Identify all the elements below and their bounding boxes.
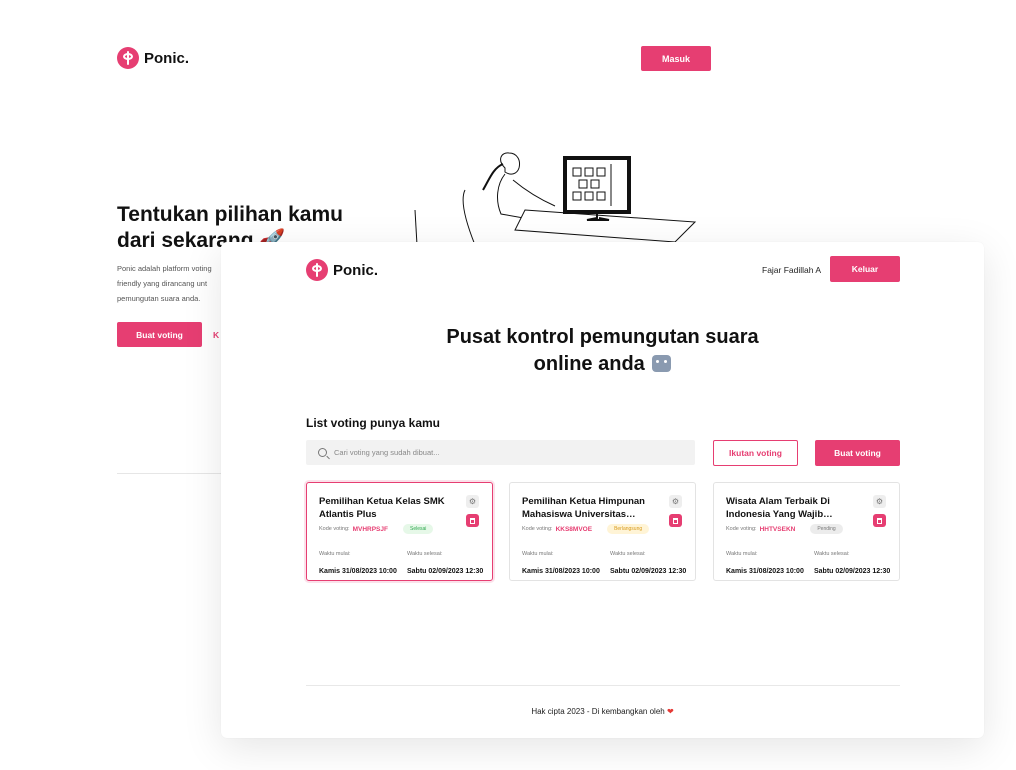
start-time: Waktu mulai: Kamis 31/08/2023 10:00 <box>319 551 397 578</box>
voting-code: HHTVSEKN <box>759 525 796 533</box>
end-time-value: Sabtu 02/09/2023 12:30 <box>407 568 484 575</box>
landing-brand-name: Ponic. <box>144 49 190 67</box>
ponic-logo-icon <box>306 259 328 281</box>
voting-card-title: Pemilihan Ketua Himpunan Mahasiswa Unive… <box>522 496 645 520</box>
voting-card-title: Wisata Alam Terbaik Di Indonesia Yang Wa… <box>726 496 830 520</box>
status-badge: Selesai <box>402 524 434 534</box>
join-voting-button[interactable]: Ikutan voting <box>713 440 798 466</box>
voting-code-row: Kode voting: MVHRPSJF Selesai <box>319 524 434 534</box>
start-time-value: Kamis 31/08/2023 10:00 <box>522 568 600 575</box>
delete-trash-icon[interactable] <box>873 514 886 527</box>
voting-code: MVHRPSJF <box>352 525 388 533</box>
voting-card[interactable]: Wisata Alam Terbaik Di Indonesia Yang Wa… <box>713 482 900 581</box>
app-logo[interactable]: Ponic. <box>306 259 378 281</box>
status-badge: Pending <box>810 524 843 534</box>
end-time-label: Waktu selesai: <box>407 551 443 557</box>
voting-code-row: Kode voting: KKS8MVOE Berlangsung <box>522 524 650 534</box>
voting-code-label: Kode voting: <box>522 526 553 532</box>
start-time-value: Kamis 31/08/2023 10:00 <box>319 568 397 575</box>
landing-create-voting-button[interactable]: Buat voting <box>117 322 202 347</box>
search-input[interactable] <box>334 448 674 457</box>
search-icon <box>318 448 327 457</box>
page-title-line2-wrap: online anda <box>221 351 984 378</box>
voting-code-row: Kode voting: HHTVSEKN Pending <box>726 524 843 534</box>
end-time-label: Waktu selesai: <box>814 551 850 557</box>
start-time: Waktu mulai: Kamis 31/08/2023 10:00 <box>726 551 804 578</box>
settings-gear-icon[interactable]: ⚙ <box>873 495 886 508</box>
delete-trash-icon[interactable] <box>466 514 479 527</box>
login-button[interactable]: Masuk <box>641 46 711 71</box>
page-title-line2: online anda <box>533 353 645 375</box>
search-bar[interactable] <box>306 440 695 465</box>
voting-card[interactable]: Pemilihan Ketua Himpunan Mahasiswa Unive… <box>509 482 696 581</box>
footer: Hak cipta 2023 - Di kembangkan oleh ❤ <box>221 707 984 716</box>
user-name: Fajar Fadillah A <box>762 265 822 275</box>
start-time-label: Waktu mulai: <box>726 551 758 557</box>
end-time-value: Sabtu 02/09/2023 12:30 <box>814 568 891 575</box>
hero-desc-line: friendly yang dirancang unt <box>117 279 208 288</box>
dashboard-window: Ponic. Fajar Fadillah A Keluar Pusat kon… <box>221 242 984 738</box>
landing-secondary-link[interactable]: K <box>213 330 219 340</box>
end-time-value: Sabtu 02/09/2023 12:30 <box>610 568 687 575</box>
hero-desc-line: Ponic adalah platform voting <box>117 264 212 273</box>
footer-divider <box>306 685 900 686</box>
voting-list-title: List voting punya kamu <box>306 416 441 430</box>
page-title: Pusat kontrol pemungutan suara online an… <box>221 324 984 378</box>
delete-trash-icon[interactable] <box>669 514 682 527</box>
end-time-label: Waktu selesai: <box>610 551 646 557</box>
start-time-label: Waktu mulai: <box>319 551 351 557</box>
status-badge: Berlangsung <box>607 524 650 534</box>
heart-icon: ❤ <box>666 707 674 716</box>
end-time: Waktu selesai: Sabtu 02/09/2023 12:30 <box>407 551 483 578</box>
app-brand-name: Ponic. <box>333 261 379 279</box>
voting-code-label: Kode voting: <box>726 526 757 532</box>
voting-card[interactable]: Pemilihan Ketua Kelas SMK Atlantis Plus … <box>306 482 493 581</box>
voting-code: KKS8MVOE <box>555 525 593 533</box>
robot-icon <box>652 355 672 372</box>
start-time: Waktu mulai: Kamis 31/08/2023 10:00 <box>522 551 600 578</box>
create-voting-button[interactable]: Buat voting <box>815 440 900 466</box>
ponic-logo-icon <box>117 47 139 69</box>
page-title-line1: Pusat kontrol pemungutan suara <box>446 326 759 348</box>
settings-gear-icon[interactable]: ⚙ <box>669 495 682 508</box>
end-time: Waktu selesai: Sabtu 02/09/2023 12:30 <box>814 551 890 578</box>
logout-button[interactable]: Keluar <box>830 256 900 282</box>
voting-code-label: Kode voting: <box>319 526 350 532</box>
voting-illustration <box>414 152 697 245</box>
end-time: Waktu selesai: Sabtu 02/09/2023 12:30 <box>610 551 686 578</box>
landing-logo[interactable]: Ponic. <box>117 47 189 69</box>
copyright-text: Hak cipta 2023 - Di kembangkan oleh <box>531 707 665 716</box>
landing-divider <box>117 473 221 474</box>
voting-card-title: Pemilihan Ketua Kelas SMK Atlantis Plus <box>319 496 445 520</box>
start-time-value: Kamis 31/08/2023 10:00 <box>726 568 804 575</box>
hero-desc-line: pemungutan suara anda. <box>117 294 201 303</box>
settings-gear-icon[interactable]: ⚙ <box>466 495 479 508</box>
hero-description: Ponic adalah platform voting friendly ya… <box>117 261 227 306</box>
start-time-label: Waktu mulai: <box>522 551 554 557</box>
